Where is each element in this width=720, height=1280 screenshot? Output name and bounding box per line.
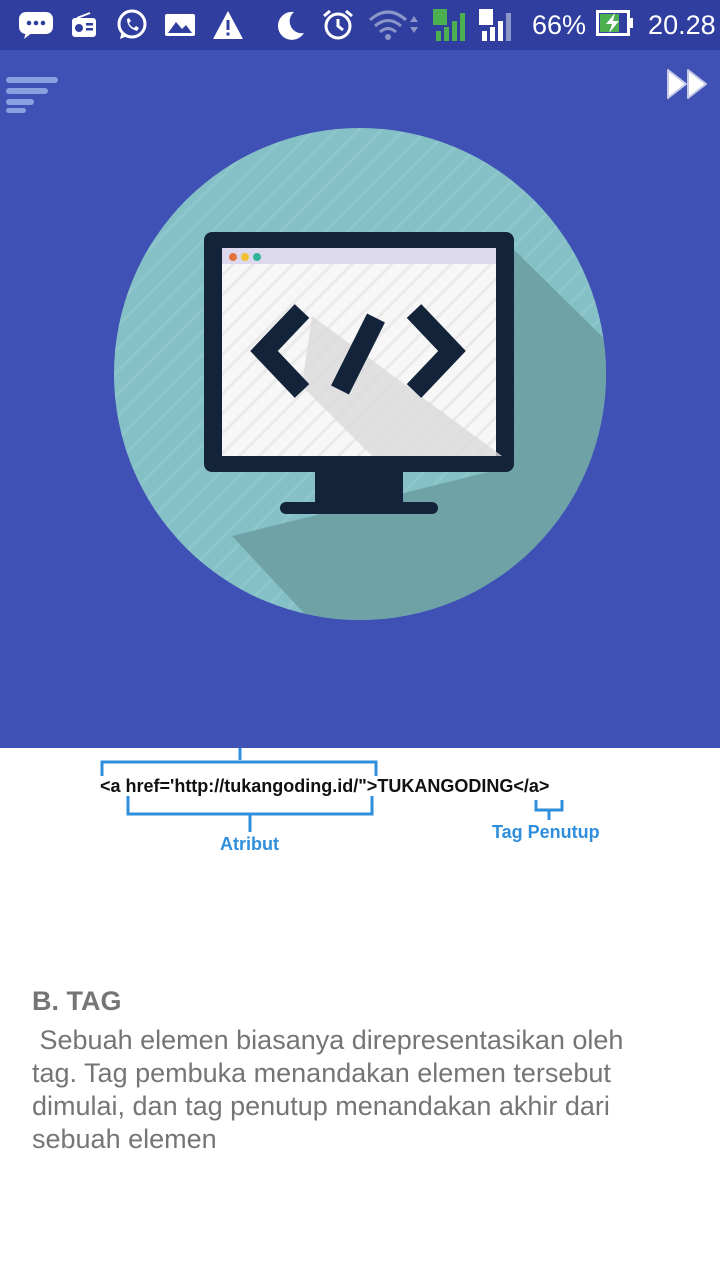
menu-button[interactable] xyxy=(4,72,60,114)
fast-forward-icon xyxy=(667,69,707,99)
signal-sim2-icon xyxy=(478,7,516,43)
whatsapp-icon xyxy=(114,7,150,43)
closing-tag-label: Tag Penutup xyxy=(492,822,600,842)
wifi-icon xyxy=(368,7,420,43)
monitor-code-icon xyxy=(114,128,606,620)
skip-button[interactable] xyxy=(664,64,712,104)
clock: 20.28 xyxy=(648,9,716,40)
menu-lines-icon xyxy=(6,77,58,113)
section-body: Sebuah elemen biasanya direpresentasikan… xyxy=(32,1025,624,1154)
tag-diagram: <a href='http://tukangoding.id/">TUKANGO… xyxy=(96,748,616,868)
gallery-icon xyxy=(162,7,198,43)
diagram-brackets xyxy=(100,748,564,832)
messages-icon xyxy=(18,7,54,43)
battery-percent: 66% xyxy=(532,9,587,40)
attribute-label: Atribut xyxy=(220,834,279,854)
status-bar: 66% 20.28 xyxy=(0,0,720,50)
signal-sim1-icon xyxy=(432,7,470,43)
alarm-icon xyxy=(320,7,356,43)
battery-charging-icon xyxy=(596,9,634,41)
section-heading: B. TAG xyxy=(32,986,122,1016)
moon-icon xyxy=(272,7,308,43)
status-bar-system: 66% 20.28 xyxy=(524,9,720,41)
status-bar-notifications xyxy=(0,7,524,43)
hero-banner xyxy=(0,50,720,748)
warning-icon xyxy=(210,7,246,43)
tag-code-example: <a href='http://tukangoding.id/">TUKANGO… xyxy=(100,776,550,796)
radio-icon xyxy=(66,7,102,43)
